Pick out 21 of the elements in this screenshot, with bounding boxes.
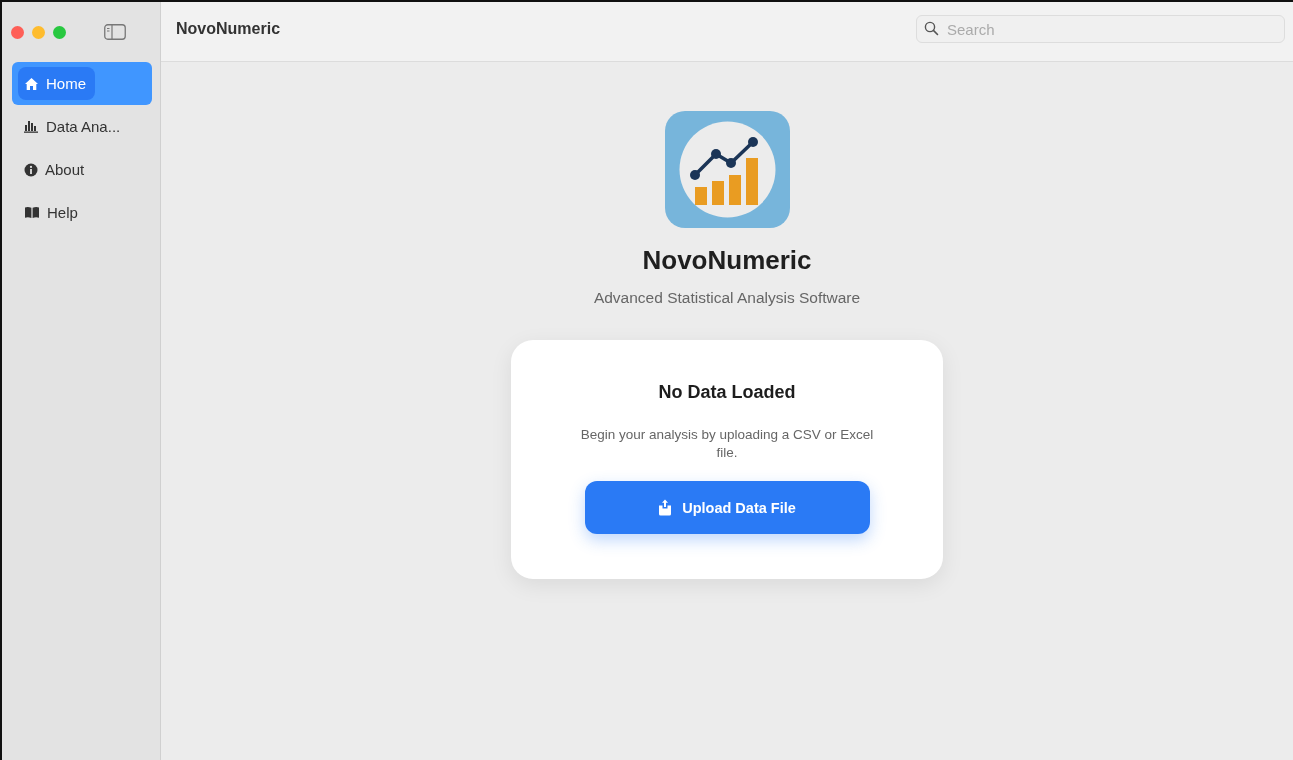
empty-state-title: No Data Loaded [658,382,796,403]
sidebar-item[interactable]: Home [12,62,152,105]
house-icon [24,76,39,91]
window-title: NovoNumeric [176,19,281,38]
app-logo-icon [664,111,790,228]
upload-icon [658,499,673,516]
upload-button[interactable]: Upload Data File [584,481,870,534]
search-field[interactable]: Search [916,15,1285,43]
bar-chart-icon [24,120,39,133]
zoom-button[interactable] [53,25,66,39]
close-button[interactable] [11,25,24,39]
sidebar-toggle-icon[interactable] [104,24,126,40]
sidebar-item[interactable]: About [12,148,152,191]
sidebar-item[interactable]: Help [12,191,152,234]
minimize-button[interactable] [32,25,45,39]
info-icon [24,162,38,177]
empty-state-message: Begin your analysis by uploading a CSV or Excel file. [579,426,875,462]
app-name: NovoNumeric [642,245,812,276]
tagline: Advanced Statistical Analysis Software [593,289,861,307]
sidebar-item[interactable]: Data Ana... [12,105,152,148]
book-icon [24,206,40,219]
